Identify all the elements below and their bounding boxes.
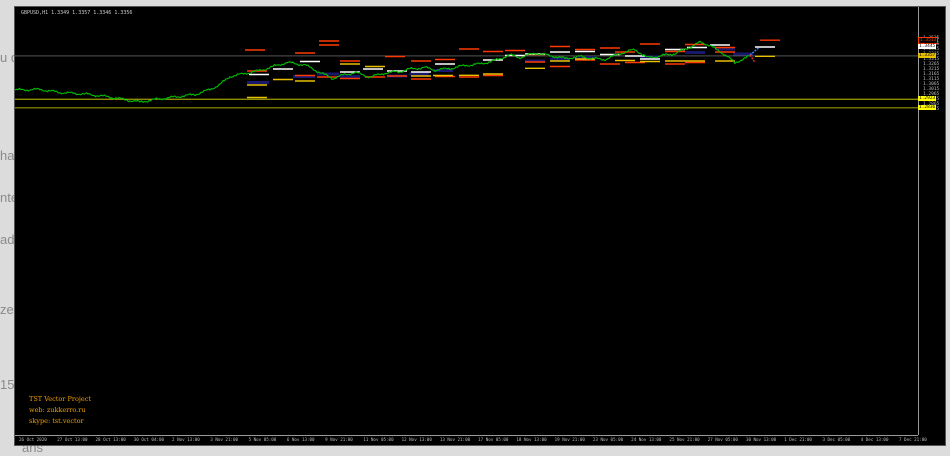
projection-arrow-up xyxy=(749,46,760,56)
price-label: 1.2836 xyxy=(918,104,937,110)
price-label: 1.2923 xyxy=(918,96,937,102)
zone-box xyxy=(685,51,705,54)
watermark-line-title: TST Vector Project xyxy=(29,395,91,403)
zone-box xyxy=(247,81,269,84)
time-axis[interactable]: 26 Oct 2020 27 Oct 13:00 28 Oct 13:00 30 Oc… xyxy=(15,435,927,446)
time-tick-label: 28 Oct 13:00 xyxy=(95,437,126,442)
time-tick-label: 30 Oct 04:00 xyxy=(133,437,165,442)
symbol-header: GBPUSD,H1 1.3349 1.3357 1.3346 1.3356 xyxy=(21,10,133,16)
time-tick-label: 3 Nov 21:00 xyxy=(210,437,239,442)
time-tick-label: 3 Dec 05:00 xyxy=(822,437,851,442)
time-tick-label: 6 Nov 13:00 xyxy=(286,437,315,442)
time-tick-label: 25 Nov 21:00 xyxy=(669,437,700,442)
time-tick-label: 2 Nov 13:00 xyxy=(172,437,200,442)
time-tick-label: 13 Nov 21:00 xyxy=(439,437,471,442)
watermark-line-web: web: zukkerro.ru xyxy=(29,406,86,414)
time-tick-label: 4 Dec 13:00 xyxy=(860,437,889,442)
background-fragment: ad xyxy=(0,232,15,247)
price-series xyxy=(15,40,751,103)
time-tick-label: 9 Nov 21:00 xyxy=(325,437,353,442)
background-fragment: 15 xyxy=(0,377,15,392)
price-label: 1.3357 xyxy=(918,53,937,59)
time-tick-label: 27 Nov 05:00 xyxy=(707,437,738,442)
time-tick-label: 17 Nov 05:00 xyxy=(478,437,509,442)
background-fragment: ze xyxy=(0,302,14,317)
zone-box xyxy=(409,72,429,76)
time-tick-label: 1 Dec 21:00 xyxy=(784,437,812,442)
time-tick-label: 24 Nov 13:00 xyxy=(631,437,662,442)
time-tick-label: 23 Nov 05:00 xyxy=(592,437,624,442)
price-label: 1.3445 xyxy=(918,44,937,49)
zone-box xyxy=(340,75,360,78)
time-tick-label: 26 Oct 2020 xyxy=(19,437,47,442)
chart-window[interactable]: GBPUSD,H1 1.3349 1.3357 1.3346 1.3356 1.… xyxy=(14,6,946,446)
watermark: TST Vector Project web: zukkerro.ru skyp… xyxy=(29,394,91,427)
time-tick-label: 19 Nov 21:00 xyxy=(554,437,585,442)
background-fragment: ha xyxy=(0,148,15,163)
time-tick-label: 27 Oct 13:00 xyxy=(57,437,88,442)
watermark-line-skype: skype: tst.vector xyxy=(29,417,84,425)
time-tick-label: 30 Nov 13:00 xyxy=(745,437,777,442)
price-plot[interactable] xyxy=(15,7,918,435)
time-tick-label: 18 Nov 13:00 xyxy=(516,437,547,442)
time-tick-label: 11 Nov 05:00 xyxy=(363,437,394,442)
price-axis[interactable]: 1.35251.34651.34151.33651.33151.32651.32… xyxy=(918,7,947,435)
time-tick-label: 5 Nov 05:00 xyxy=(248,437,277,442)
time-tick-label: 12 Nov 13:00 xyxy=(401,437,432,442)
time-tick-label: 7 Dec 21:00 xyxy=(899,437,927,442)
